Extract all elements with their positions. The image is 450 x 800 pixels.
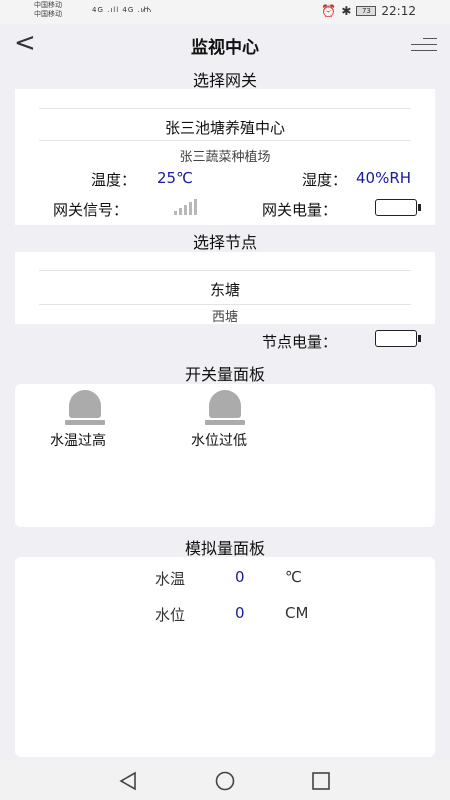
analog-value: 0 bbox=[235, 568, 245, 586]
wifi-icon: ◠ bbox=[142, 5, 152, 18]
clock-time: 22:12 bbox=[381, 4, 416, 18]
node-section-title[interactable]: 选择节点 bbox=[0, 229, 450, 253]
picker-divider bbox=[39, 108, 411, 109]
nav-back-icon[interactable] bbox=[118, 771, 138, 791]
status-right: ⏰ ✱ 73 22:12 bbox=[321, 4, 416, 18]
gateway-battery-icon bbox=[375, 199, 421, 216]
switch-item-label: 水位过低 bbox=[191, 433, 247, 449]
switch-panel-title: 开关量面板 bbox=[184, 365, 265, 384]
analog-unit: CM bbox=[285, 604, 309, 622]
battery-icon: 73 bbox=[356, 6, 377, 16]
status-bar: 中国移动 中国移动 4G .ıll 4G .ıll ◠ ⏰ ✱ 73 22:12 bbox=[0, 0, 450, 24]
analog-name: 水位 bbox=[155, 606, 186, 624]
gateway-signal-label: 网关信号： bbox=[53, 201, 129, 219]
header: < 监视中心 bbox=[0, 24, 450, 64]
temperature-value: 25℃ bbox=[157, 169, 193, 187]
carrier-labels: 中国移动 中国移动 bbox=[34, 1, 62, 19]
humidity-value: 40%RH bbox=[356, 169, 412, 187]
switch-item-label: 水温过高 bbox=[50, 433, 106, 449]
node-selected-option[interactable]: 东塘 bbox=[15, 279, 435, 300]
alarm-light-icon bbox=[205, 390, 245, 426]
picker-divider bbox=[39, 304, 411, 305]
analog-panel-title: 模拟量面板 bbox=[184, 539, 265, 558]
page-title: 监视中心 bbox=[191, 38, 259, 58]
alarm-light-icon bbox=[65, 390, 105, 426]
gateway-selected-option[interactable]: 张三池塘养殖中心 bbox=[15, 117, 435, 138]
picker-divider bbox=[39, 270, 411, 271]
gateway-power-label: 网关电量： bbox=[262, 201, 338, 219]
analog-panel bbox=[15, 557, 435, 757]
analog-name: 水温 bbox=[155, 570, 186, 588]
analog-unit: ℃ bbox=[285, 568, 302, 586]
system-nav-bar bbox=[0, 761, 450, 800]
bluetooth-icon: ✱ bbox=[341, 4, 352, 18]
nav-home-icon[interactable] bbox=[214, 770, 236, 792]
cellular-signal-icon: 4G .ıll 4G .ıll bbox=[92, 6, 150, 14]
humidity-label: 湿度： bbox=[302, 171, 348, 189]
gateway-next-option[interactable]: 张三蔬菜种植场 bbox=[15, 146, 435, 165]
alarm-clock-icon: ⏰ bbox=[321, 4, 337, 18]
temperature-label: 温度： bbox=[91, 171, 137, 189]
gateway-section-title[interactable]: 选择网关 bbox=[0, 67, 450, 91]
carrier-2: 中国移动 bbox=[34, 10, 62, 18]
picker-divider bbox=[39, 140, 411, 141]
carrier-1: 中国移动 bbox=[34, 1, 62, 9]
menu-icon[interactable] bbox=[411, 38, 437, 52]
analog-value: 0 bbox=[235, 604, 245, 622]
signal-bars-icon bbox=[174, 198, 197, 215]
node-next-option[interactable]: 西塘 bbox=[15, 306, 435, 325]
node-battery-icon bbox=[375, 330, 421, 347]
node-power-label: 节点电量： bbox=[262, 333, 338, 351]
nav-recents-icon[interactable] bbox=[311, 771, 331, 791]
